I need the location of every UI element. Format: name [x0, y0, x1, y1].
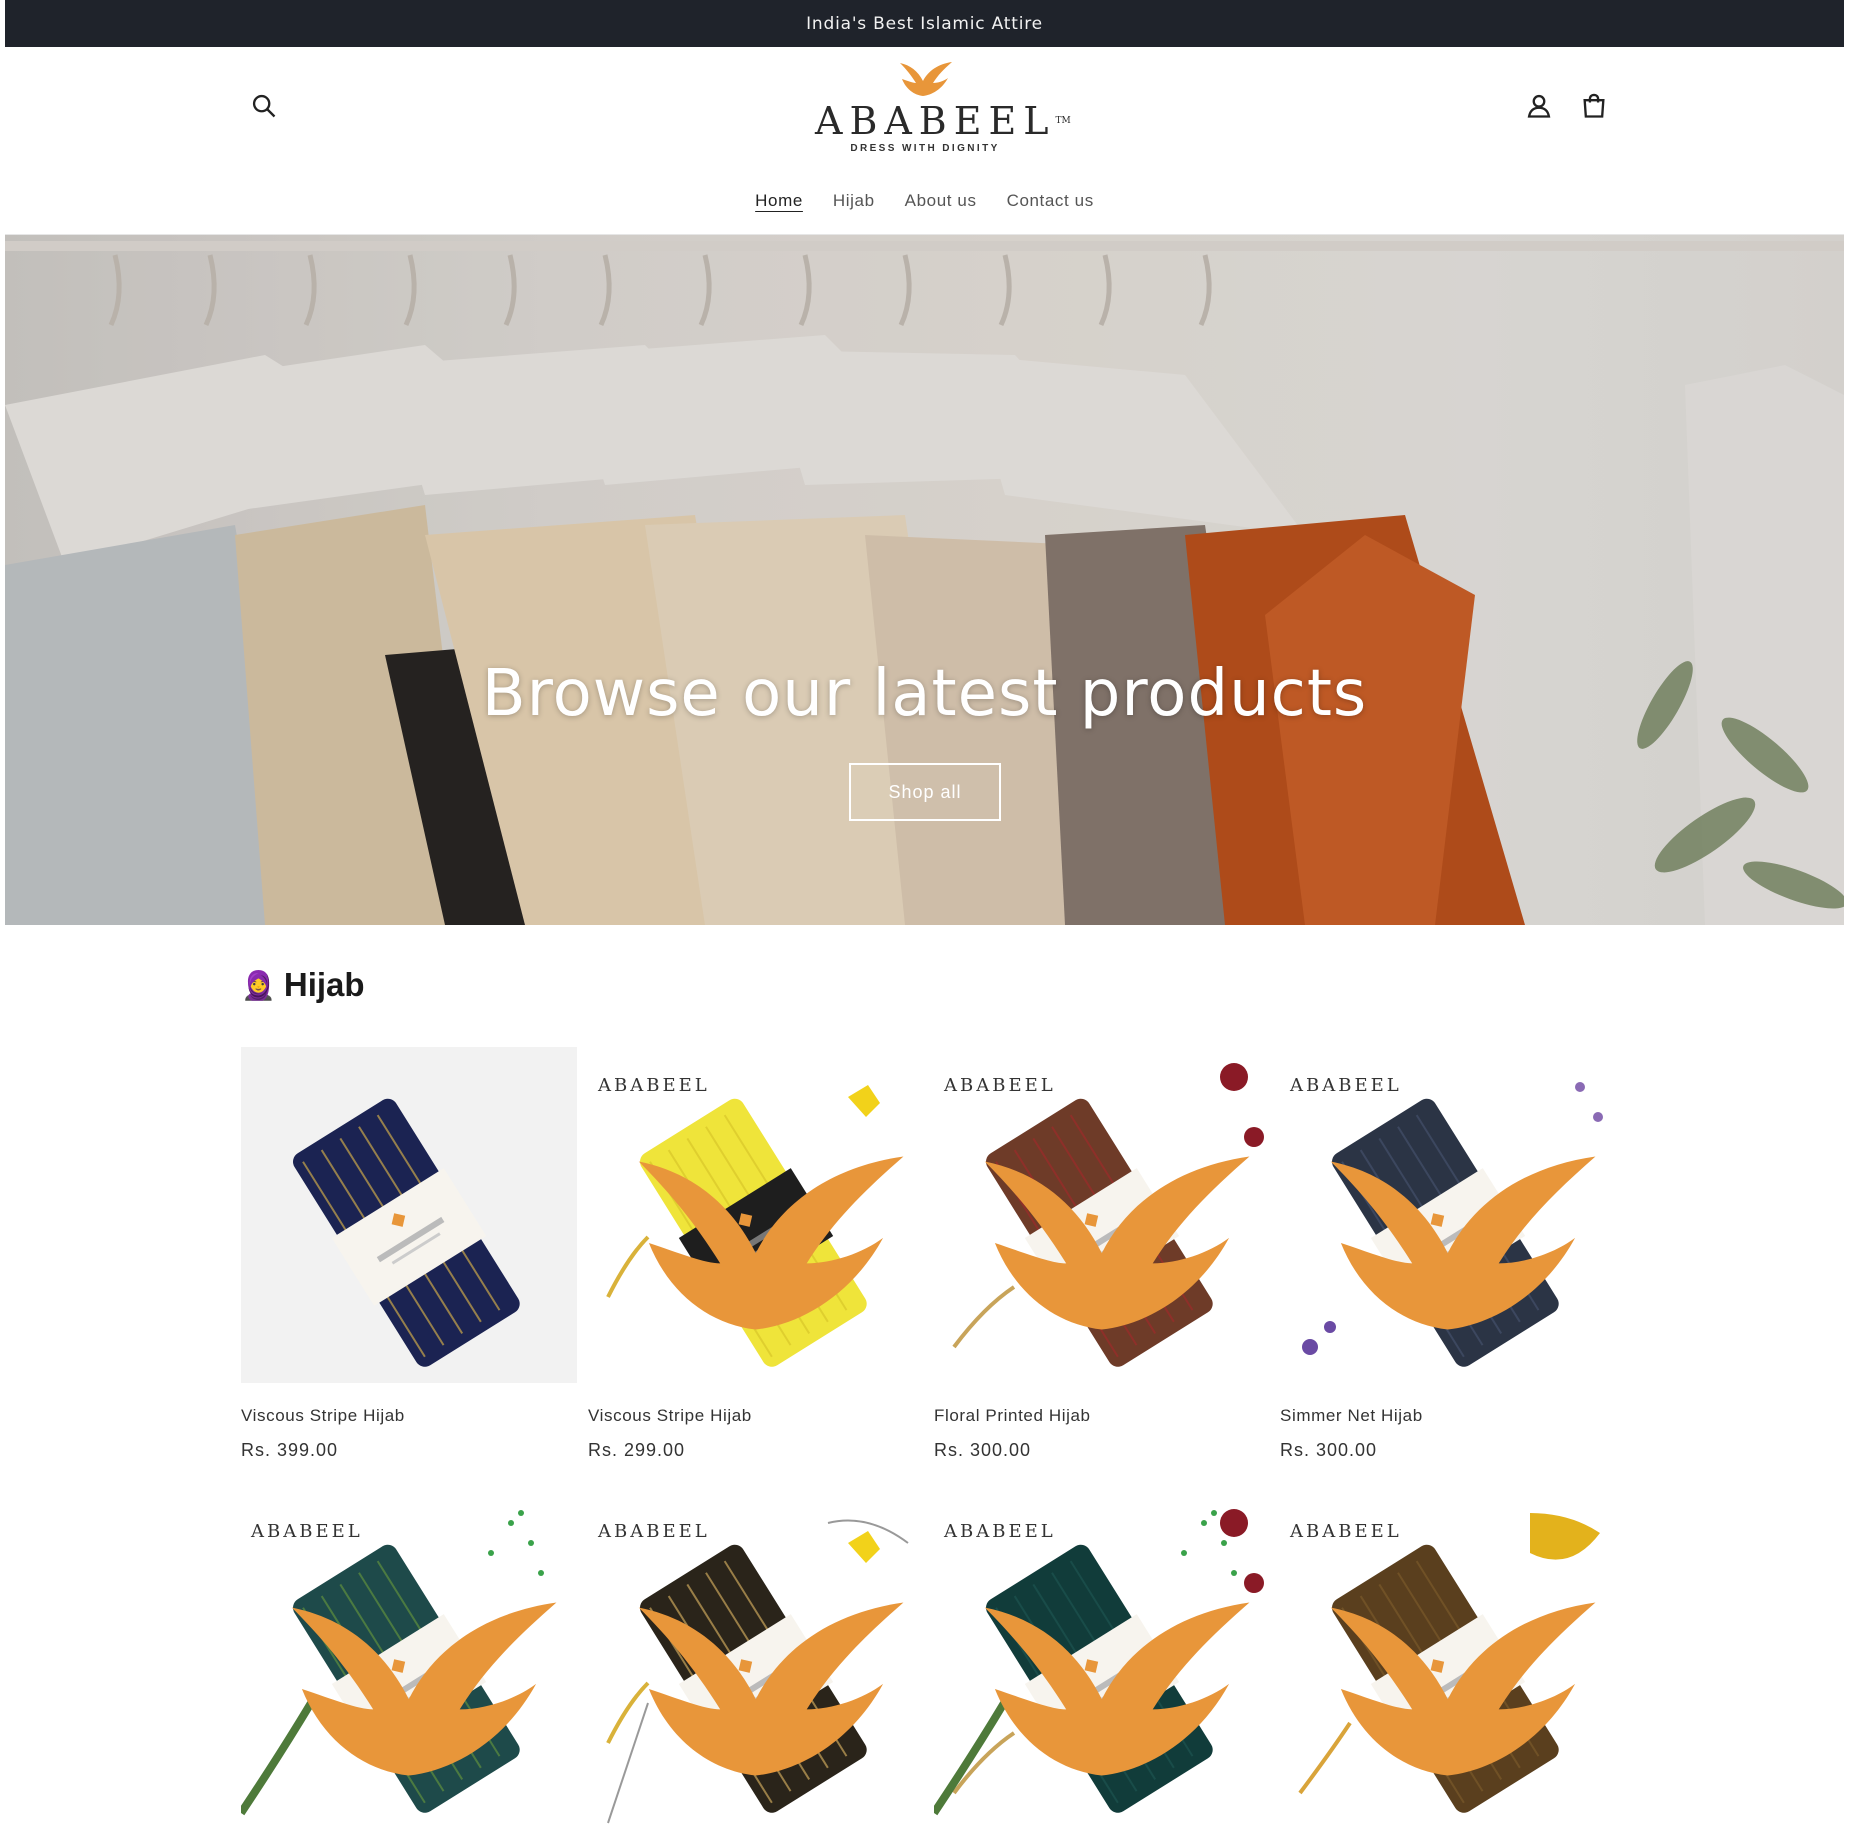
product-name[interactable]: Viscous Stripe Hijab — [241, 1406, 577, 1426]
product-card[interactable]: ABABEEL Viscous Stripe Hijab Rs. 299.00 — [588, 1047, 924, 1461]
logo-bird-icon — [900, 62, 952, 96]
package-logo: ABABEEL — [1290, 1521, 1596, 1776]
cart-button[interactable] — [1574, 86, 1614, 126]
product-price: Rs. 300.00 — [934, 1440, 1032, 1460]
cart-icon — [1583, 93, 1605, 118]
product-price: Rs. 300.00 — [1280, 1440, 1378, 1460]
nav-about-us[interactable]: About us — [905, 187, 977, 215]
site-logo[interactable]: ABABEELTM DRESS WITH DIGNITY — [815, 59, 1071, 163]
user-icon — [1527, 94, 1551, 118]
logo-bird-icon — [1330, 1602, 1596, 1776]
site-header: ABABEELTM DRESS WITH DIGNITY Home Hijab … — [5, 47, 1844, 235]
nav-contact-us[interactable]: Contact us — [1007, 187, 1094, 215]
logo-bird-icon — [638, 1602, 904, 1776]
hero-overlay — [5, 235, 1844, 925]
product-image[interactable]: ABABEEL — [241, 1493, 577, 1828]
product-card[interactable]: ABABEEL — [934, 1493, 1270, 1828]
logo-bird-icon — [984, 1156, 1250, 1330]
product-card[interactable]: ABABEEL Floral Printed Hijab Rs. 300.00 — [934, 1047, 1270, 1461]
hijab-package-image — [293, 1098, 520, 1367]
search-button[interactable] — [244, 86, 284, 126]
product-card[interactable]: ABABEEL — [241, 1493, 577, 1828]
package-logo: ABABEEL — [598, 1521, 904, 1776]
collection-title: 🧕 Hijab — [241, 966, 365, 1004]
search-icon — [252, 94, 276, 118]
page: India's Best Islamic Attire ABABEELTM DR… — [5, 0, 1844, 1828]
product-price: Rs. 299.00 — [588, 1440, 686, 1460]
announcement-text: India's Best Islamic Attire — [806, 13, 1043, 34]
hero-banner: Browse our latest products Shop all — [5, 235, 1844, 925]
product-card[interactable]: ABABEEL Simmer Net Hijab Rs. 300.00 — [1280, 1047, 1616, 1461]
package-logo: ABABEEL — [251, 1521, 557, 1776]
main-nav: Home Hijab About us Contact us — [5, 187, 1844, 215]
product-name[interactable]: Simmer Net Hijab — [1280, 1406, 1616, 1426]
product-image[interactable]: ABABEEL — [588, 1047, 924, 1383]
logo-bird-icon — [638, 1156, 904, 1330]
product-price: Rs. 399.00 — [241, 1440, 339, 1460]
logo-bird-icon — [1330, 1156, 1596, 1330]
nav-hijab[interactable]: Hijab — [833, 187, 875, 215]
nav-home[interactable]: Home — [755, 187, 803, 215]
package-logo: ABABEEL — [598, 1075, 904, 1330]
product-name[interactable]: Viscous Stripe Hijab — [588, 1406, 924, 1426]
product-card[interactable]: Viscous Stripe Hijab Rs. 399.00 — [241, 1047, 577, 1461]
collection-title-text: Hijab — [283, 966, 365, 1003]
account-button[interactable] — [1519, 86, 1559, 126]
product-image[interactable]: ABABEEL — [934, 1047, 1270, 1383]
shop-all-button[interactable]: Shop all — [849, 763, 1001, 821]
product-image[interactable]: ABABEEL — [1280, 1047, 1616, 1383]
product-image[interactable]: ABABEEL — [588, 1493, 924, 1828]
product-card[interactable]: ABABEEL — [588, 1493, 924, 1828]
product-image[interactable] — [241, 1047, 577, 1383]
package-logo: ABABEEL — [944, 1521, 1250, 1776]
logo-brand: ABABEELTM — [815, 99, 1071, 143]
logo-bird-icon — [291, 1602, 557, 1776]
product-image[interactable]: ABABEEL — [1280, 1493, 1616, 1828]
package-logo: ABABEEL — [1290, 1075, 1596, 1330]
logo-bird-icon — [984, 1602, 1250, 1776]
hijab-emoji-icon: 🧕 — [241, 969, 276, 1001]
product-image[interactable]: ABABEEL — [934, 1493, 1270, 1828]
package-logo: ABABEEL — [944, 1075, 1250, 1330]
logo-tagline: DRESS WITH DIGNITY — [850, 143, 1000, 154]
announcement-bar: India's Best Islamic Attire — [5, 0, 1844, 47]
hero-title: Browse our latest products — [481, 657, 1368, 731]
product-name[interactable]: Floral Printed Hijab — [934, 1406, 1270, 1426]
product-card[interactable]: ABABEEL — [1280, 1493, 1616, 1828]
